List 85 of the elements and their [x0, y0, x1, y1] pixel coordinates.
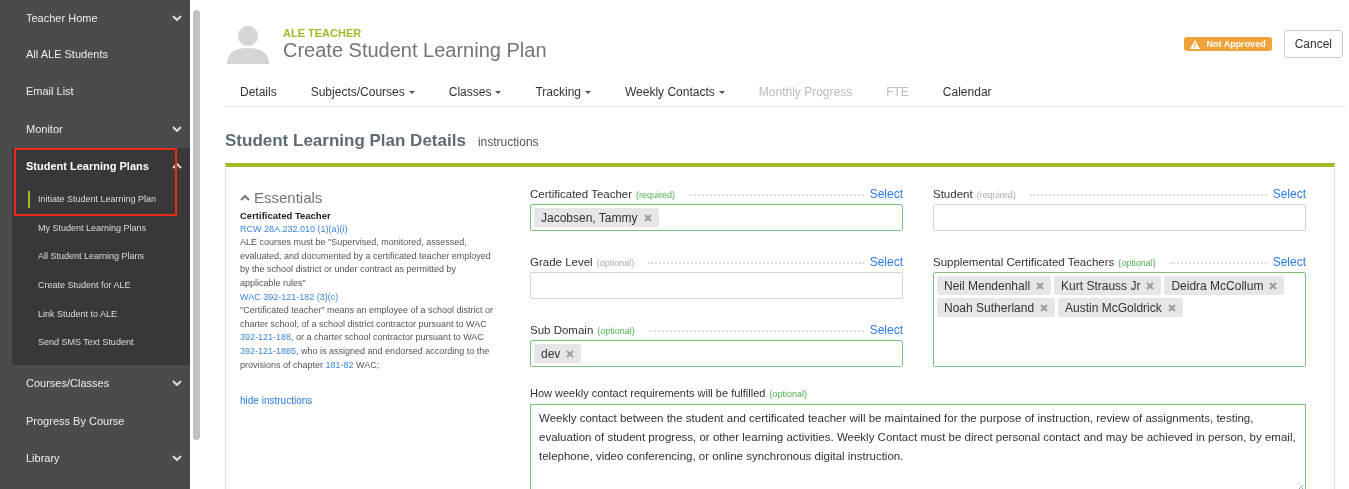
- select-link[interactable]: Select: [869, 323, 903, 337]
- role-label: ALE TEACHER: [283, 26, 363, 39]
- tag-text: Neil Mendenhall: [944, 278, 1031, 293]
- nav-tab[interactable]: Calendar: [927, 85, 1007, 99]
- requirement-note: (optional): [596, 258, 635, 268]
- chevron-up-icon: [172, 163, 182, 170]
- sidebar-item[interactable]: Library: [0, 439, 190, 478]
- scrollbar[interactable]: [190, 0, 202, 489]
- tag-text: Noah Sutherland: [944, 300, 1035, 315]
- caret-icon: [585, 90, 591, 94]
- chevron-up-icon: [240, 195, 250, 201]
- remove-icon[interactable]: [1040, 303, 1049, 312]
- sidebar-subitem[interactable]: All Student Learning Plans: [12, 242, 190, 271]
- remove-icon[interactable]: [1269, 281, 1278, 290]
- chevron-down-icon: [172, 380, 182, 387]
- field-label: Certificated Teacher: [530, 188, 633, 200]
- field-label: Grade Level: [530, 256, 593, 268]
- requirement-note: (optional): [597, 326, 635, 336]
- text-area[interactable]: [530, 404, 1306, 489]
- tag-text: Jacobsen, Tammy: [541, 210, 638, 225]
- tag-input-field[interactable]: Jacobsen, Tammy: [530, 204, 903, 231]
- sidebar-item[interactable]: Student Learning Plans: [12, 147, 190, 185]
- section-title: Student Learning Plan Details: [225, 131, 466, 151]
- field-label: Student: [933, 188, 973, 200]
- regulation-link[interactable]: RCW 28A.232.010 (1)(a)(i): [240, 223, 348, 234]
- select-link[interactable]: Select: [869, 255, 903, 269]
- sidebar-subitem[interactable]: Link Student to ALE: [12, 299, 190, 328]
- remove-icon[interactable]: [1036, 281, 1045, 290]
- tag-input-field[interactable]: Neil Mendenhall Kurt Strauss Jr Deidra McCollum Noah Sutherland Austin McGoldrick: [933, 272, 1306, 367]
- sidebar-subitem[interactable]: Initiate Student Learning Plan: [12, 185, 190, 214]
- requirement-note: (required): [976, 190, 1016, 200]
- page-title: Create Student Learning Plan: [283, 38, 547, 62]
- text-area-value: Weekly contact between the student and certificated teacher will be maintained for the purpose of instruction, review of assignments, testing, evaluation of student progress, or other learning activities. Weekly Contact must be direct personal contact and may be achieved in person, by email, telephone, video conferencing, or online synchronous digital instruction.: [539, 412, 1296, 462]
- field-label: Supplemental Certificated Teachers: [933, 256, 1115, 268]
- select-link[interactable]: Select: [869, 187, 903, 201]
- tag-text: dev: [541, 346, 561, 361]
- instructions-link[interactable]: instructions: [477, 135, 539, 149]
- nav-tab[interactable]: Tracking: [520, 85, 606, 99]
- caret-icon: [495, 90, 502, 94]
- hide-instructions-link[interactable]: hide instructions: [240, 394, 313, 408]
- select-link[interactable]: Select: [1272, 187, 1306, 201]
- sidebar-subitem[interactable]: Send SMS Text Student: [12, 327, 190, 357]
- tag-input-field[interactable]: [530, 272, 903, 299]
- caret-icon: [408, 90, 415, 94]
- chevron-down-icon: [172, 14, 182, 21]
- remove-icon[interactable]: [643, 213, 652, 222]
- status-badge: Not Approved: [1184, 37, 1272, 51]
- caret-icon: [718, 90, 725, 94]
- field-label: How weekly contact requirements will be fulfilled: [530, 387, 766, 399]
- nav-tab[interactable]: Details: [225, 85, 292, 99]
- regulation-link[interactable]: WAC 392-121-182 (3)(c): [240, 291, 339, 302]
- tag-text: Austin McGoldrick: [1065, 300, 1162, 315]
- tag-input-field[interactable]: [933, 204, 1306, 231]
- avatar-icon: [225, 24, 271, 64]
- requirement-note: (optional): [1118, 258, 1156, 268]
- tag-text: Kurt Strauss Jr: [1061, 278, 1141, 293]
- nav-tab[interactable]: Weekly Contacts: [610, 85, 740, 99]
- essentials-heading: Essentials: [254, 189, 323, 207]
- remove-icon[interactable]: [566, 349, 575, 358]
- instructions-paragraph: ALE courses must be "Supervised, monitored, assessed, evaluated, and documented by a certificated teacher employed by the school district or under contract as permitted by applicable rules": [240, 236, 492, 290]
- nav-tab[interactable]: Classes: [433, 85, 517, 99]
- requirement-note: (required): [636, 190, 676, 200]
- sidebar-item[interactable]: Progress By Course: [0, 402, 190, 440]
- requirement-note: (optional): [769, 389, 807, 399]
- tag-input-field[interactable]: dev: [530, 340, 903, 367]
- nav-tab[interactable]: Subjects/Courses: [295, 85, 430, 99]
- cancel-button[interactable]: Cancel: [1283, 30, 1343, 58]
- sidebar-item[interactable]: Monitor: [0, 110, 190, 148]
- instructions-subheading: Certificated Teacher: [240, 209, 332, 223]
- remove-icon[interactable]: [1146, 281, 1155, 290]
- tag-text: Deidra McCollum: [1171, 278, 1264, 293]
- sidebar-subitem[interactable]: Create Student for ALE: [12, 270, 190, 300]
- sidebar-item[interactable]: Email List: [0, 72, 190, 110]
- sidebar-item[interactable]: All ALE Students: [0, 35, 190, 73]
- instructions-paragraph: "Certificated teacher" means an employee of a school district or charter school, of a school district contractor pursuant to WAC 392-121-188, or a charter school contractor pursuant to WAC 392-121-1885, who is assigned and endorsed according to the provisions of chapter 181-82 WAC;: [240, 304, 494, 372]
- field-label: Sub Domain: [530, 324, 594, 336]
- sidebar-subitem[interactable]: My Student Learning Plans: [12, 213, 190, 243]
- select-link[interactable]: Select: [1272, 255, 1306, 269]
- regulation-link[interactable]: 181-82: [325, 359, 354, 370]
- sidebar-item[interactable]: Courses/Classes: [0, 364, 190, 403]
- sidebar-item[interactable]: Teacher Home: [0, 0, 190, 35]
- chevron-down-icon: [172, 455, 182, 462]
- remove-icon[interactable]: [1167, 303, 1176, 312]
- chevron-down-icon: [172, 125, 182, 132]
- warning-icon: [1190, 39, 1201, 49]
